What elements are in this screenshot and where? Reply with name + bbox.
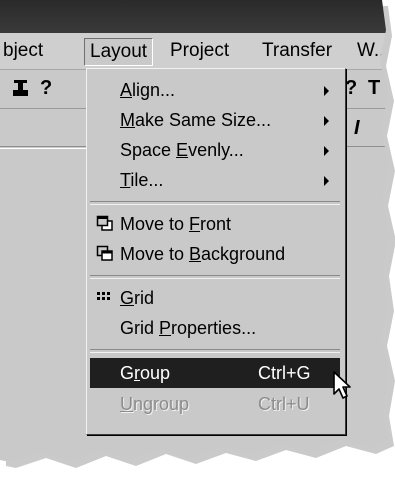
stamp-icon[interactable] bbox=[10, 78, 32, 104]
menu-separator bbox=[90, 201, 340, 205]
menu-item-move-to-background[interactable]: Move to Background bbox=[90, 239, 340, 269]
menu-item-label: Grid bbox=[120, 288, 155, 308]
menu-item-align[interactable]: Align... bbox=[90, 75, 340, 105]
menu-item-space-evenly[interactable]: Space Evenly... bbox=[90, 135, 340, 165]
menu-item-tile[interactable]: Tile... bbox=[90, 165, 340, 195]
submenu-arrow-icon bbox=[324, 176, 329, 186]
menu-item-label: Grid Properties... bbox=[120, 318, 257, 338]
layout-menu: Align... Make Same Size... Space Evenly.… bbox=[86, 68, 346, 435]
help-icon[interactable]: ? bbox=[40, 78, 52, 98]
menu-item-label: Space Evenly... bbox=[120, 140, 244, 160]
menu-item-label: Tile... bbox=[120, 170, 164, 190]
mouse-cursor-icon bbox=[332, 371, 354, 406]
divider bbox=[0, 148, 88, 149]
menu-item-label: Ungroup bbox=[120, 394, 190, 414]
shortcut-label: Ctrl+G bbox=[258, 363, 311, 383]
menu-item-label: Group bbox=[120, 363, 171, 383]
menu-item-label: Make Same Size... bbox=[120, 110, 272, 130]
screenshot-frame: bject Layout Project Transfer W.. ? ? T … bbox=[0, 0, 390, 462]
grid-dots-icon bbox=[96, 283, 112, 317]
menu-item-grid[interactable]: Grid bbox=[90, 283, 340, 313]
menu-item-label: Align... bbox=[120, 80, 176, 100]
text-tool-icon[interactable]: T bbox=[368, 78, 380, 98]
menu-object[interactable]: bject bbox=[0, 38, 48, 64]
menu-transfer[interactable]: Transfer bbox=[257, 38, 337, 64]
send-to-back-icon bbox=[96, 239, 114, 274]
submenu-arrow-icon bbox=[324, 116, 329, 126]
menu-item-ungroup[interactable]: Ungroup Ctrl+U bbox=[90, 389, 340, 419]
menu-item-grid-properties[interactable]: Grid Properties... bbox=[90, 313, 340, 343]
shortcut-label: Ctrl+U bbox=[258, 394, 310, 414]
submenu-arrow-icon bbox=[324, 146, 329, 156]
divider bbox=[0, 146, 88, 147]
title-bar bbox=[0, 0, 390, 33]
menu-separator bbox=[90, 275, 340, 279]
help-icon-right[interactable]: ? bbox=[345, 78, 357, 98]
menu-item-move-to-front[interactable]: Move to Front bbox=[90, 209, 340, 239]
italic-icon[interactable]: I bbox=[354, 118, 360, 138]
menu-item-group[interactable]: Group Ctrl+G bbox=[90, 358, 340, 388]
menu-bar: bject Layout Project Transfer W.. bbox=[0, 33, 390, 70]
menu-separator bbox=[90, 349, 340, 353]
menu-layout[interactable]: Layout bbox=[84, 38, 154, 66]
menu-item-label: Move to Front bbox=[120, 214, 232, 234]
menu-item-make-same-size[interactable]: Make Same Size... bbox=[90, 105, 340, 135]
menu-item-label: Move to Background bbox=[120, 244, 286, 264]
submenu-arrow-icon bbox=[324, 86, 329, 96]
menu-project[interactable]: Project bbox=[165, 38, 234, 64]
